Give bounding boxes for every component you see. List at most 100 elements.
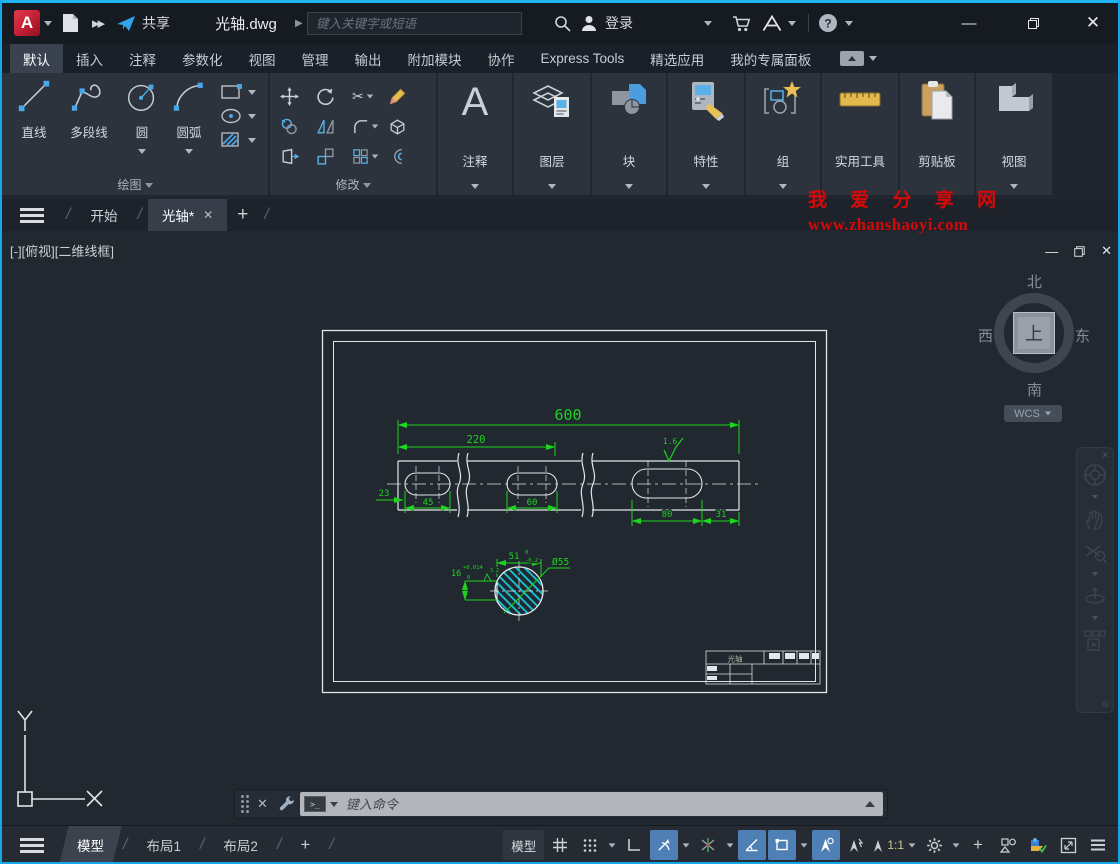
draw-panel-label[interactable]: 绘图 [2,176,268,193]
utilities-panel[interactable]: 实用工具 [822,73,898,195]
command-bar-close-icon[interactable]: ✕ [257,796,268,812]
file-tabs-menu-button[interactable] [20,207,44,223]
properties-panel[interactable]: 特性 [668,73,744,195]
file-tab-start[interactable]: 开始 [76,199,131,231]
ribbon-tab-output[interactable]: 输出 [342,44,395,73]
command-wrench-icon[interactable] [278,795,296,813]
viewcube-west[interactable]: 西 [978,325,993,346]
command-bar[interactable]: ✕ >_ [234,789,888,819]
scale-tool[interactable] [316,147,352,166]
ribbon-tab-custom-panel[interactable]: 我的专属面板 [717,44,824,73]
command-input[interactable] [337,796,865,812]
minimize-button[interactable]: — [946,3,992,43]
object-snap-tracking-button[interactable] [694,830,722,860]
show-motion-icon[interactable] [1082,627,1108,653]
mirror-tool[interactable] [316,117,352,136]
offset-tool[interactable] [388,147,424,166]
app-menu-button[interactable]: A [14,10,40,36]
file-tab-drawing[interactable]: 光轴* ✕ [147,199,228,231]
object-snap-button[interactable] [768,830,797,860]
isodraft-button[interactable] [738,830,767,860]
ribbon-tab-manage[interactable]: 管理 [289,44,342,73]
status-plus-button[interactable]: + [964,830,992,860]
cad-drawing[interactable]: 600 220 23 45 60 80 31 1.6 51 0 -0.2 Ø55… [318,323,830,695]
ribbon-tab-express-tools[interactable]: Express Tools [528,44,638,73]
block-panel[interactable]: 块 [592,73,666,195]
navbar-orbit-caret[interactable] [1092,616,1098,620]
circle-tool[interactable]: 圆 [120,77,164,159]
command-history-caret[interactable] [329,801,338,807]
polyline-tool[interactable]: 多段线 [60,77,118,141]
ribbon-tab-addins[interactable]: 附加模块 [395,44,475,73]
view-dropdown-caret[interactable] [1010,184,1018,189]
viewcube-top-face[interactable]: 上 [1013,312,1055,354]
annotation-scale-button[interactable]: 1:1 [872,830,904,860]
model-space-button[interactable]: 模型 [503,830,545,860]
group-dropdown-caret[interactable] [779,184,787,189]
viewport-close-icon[interactable]: ✕ [1101,243,1112,259]
array-tool[interactable] [352,148,388,165]
pan-hand-icon[interactable] [1082,506,1108,532]
copy-tool[interactable] [280,117,316,136]
viewcube[interactable]: 北 西 东 南 上 WCS [970,271,1098,422]
navbar-wheel-caret[interactable] [1092,495,1098,499]
clipboard-panel[interactable]: 剪贴板 [900,73,974,195]
annotate-panel[interactable]: A 注释 [438,73,512,195]
ribbon-tab-collaborate[interactable]: 协作 [475,44,528,73]
help-button[interactable]: ? [818,3,853,43]
navbar-close-icon[interactable]: ✕ [1101,450,1109,461]
command-prompt-icon[interactable]: >_ [303,796,326,812]
fillet-tool[interactable] [352,118,388,135]
layout-menu-button[interactable] [20,837,44,853]
polar-tracking-button[interactable] [650,830,679,860]
polar-dropdown-caret[interactable] [680,830,692,860]
wcs-menu-button[interactable]: WCS [1004,405,1062,422]
isolate-objects-button[interactable] [994,830,1022,860]
explode-tool[interactable] [388,117,424,136]
maximize-button[interactable] [1010,3,1056,43]
signin-button[interactable]: 登录 [580,3,633,43]
osnap-tracking-dropdown-caret[interactable] [724,830,736,860]
signin-caret-icon[interactable] [704,21,712,26]
grid-display-button[interactable] [546,830,574,860]
ortho-button[interactable] [620,830,648,860]
navigation-bar[interactable]: ✕ ⊝ [1076,447,1114,713]
drawing-canvas[interactable]: [-][俯视][二维线框] — ✕ 北 西 东 南 上 WCS ✕ ⊝ 600 … [2,231,1118,825]
erase-tool[interactable] [388,87,424,106]
line-tool[interactable]: 直线 [8,77,60,141]
ribbon-tab-insert[interactable]: 插入 [63,44,116,73]
view-panel[interactable]: 视图 [976,73,1052,195]
annotation-autoscale-button[interactable] [842,830,870,860]
clean-screen-button[interactable] [1054,830,1082,860]
viewcube-north[interactable]: 北 [1027,271,1042,292]
app-menu-caret-icon[interactable] [44,21,52,26]
annotate-dropdown-caret[interactable] [471,184,479,189]
command-expand-icon[interactable] [865,801,875,807]
viewcube-south[interactable]: 南 [1027,379,1042,400]
arc-tool[interactable]: 圆弧 [166,77,212,159]
autodesk-account-button[interactable] [762,3,796,43]
file-tab-close-icon[interactable]: ✕ [203,208,213,222]
new-drawing-tab-button[interactable]: + [227,204,258,226]
snap-mode-button[interactable] [576,830,604,860]
navbar-zoom-caret[interactable] [1092,572,1098,576]
viewport-restore-icon[interactable] [1074,245,1085,257]
circle-dropdown-caret[interactable] [138,149,146,154]
layers-panel[interactable]: 图层 [514,73,590,195]
store-button[interactable] [732,3,751,43]
fillet-dropdown-caret[interactable] [371,124,379,128]
ribbon-tab-featured-apps[interactable]: 精选应用 [637,44,717,73]
hatch-dropdown-caret[interactable] [248,137,256,143]
command-input-field[interactable]: >_ [299,792,883,816]
new-file-button[interactable] [62,3,79,43]
customization-button[interactable] [1084,830,1112,860]
block-dropdown-caret[interactable] [625,184,633,189]
stretch-tool[interactable] [280,147,316,166]
modify-panel-label[interactable]: 修改 [270,176,436,193]
ellipse-tool[interactable] [220,107,256,125]
scale-dropdown-caret[interactable] [906,830,918,860]
steering-wheel-icon[interactable] [1082,462,1108,488]
object-snap-dropdown-caret[interactable] [798,830,810,860]
layout2-tab[interactable]: 布局2 [210,826,271,862]
annotation-visibility-button[interactable] [812,830,841,860]
